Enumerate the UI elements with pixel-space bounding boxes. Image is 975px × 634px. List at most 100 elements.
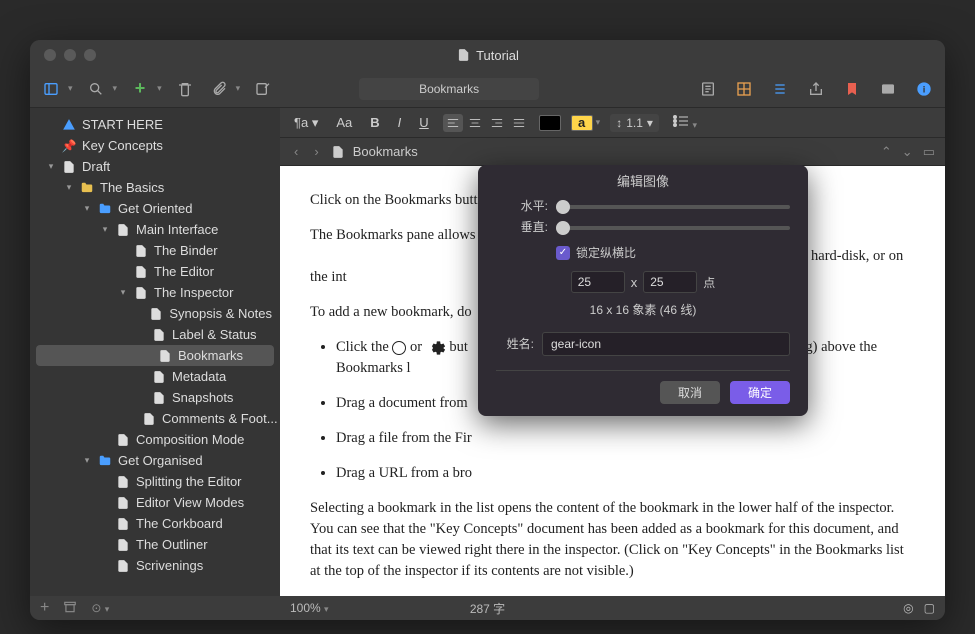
minimize-window[interactable]	[64, 49, 76, 61]
corkboard-view-button[interactable]	[733, 78, 755, 100]
sidebar-item[interactable]: Editor View Modes	[30, 492, 280, 513]
sidebar-item[interactable]: ▾ The Inspector	[30, 282, 280, 303]
slider-thumb[interactable]	[556, 221, 570, 235]
document-view-button[interactable]	[697, 78, 719, 100]
breadcrumb-title[interactable]: Bookmarks	[353, 144, 418, 159]
compose-button[interactable]	[252, 78, 274, 100]
sidebar-item[interactable]: The Binder	[30, 240, 280, 261]
sidebar-item[interactable]: The Outliner	[30, 534, 280, 555]
folder-icon	[80, 181, 94, 195]
bookmark-button[interactable]	[841, 78, 863, 100]
sidebar-item-label: START HERE	[82, 117, 163, 132]
folder-icon	[98, 454, 112, 468]
sidebar-item-label: The Inspector	[154, 285, 234, 300]
sidebar-item[interactable]: Synopsis & Notes	[30, 303, 280, 324]
settings-button[interactable]: ⊙ ▾	[91, 601, 109, 615]
sidebar-item[interactable]: Splitting the Editor	[30, 471, 280, 492]
close-window[interactable]	[44, 49, 56, 61]
disclosure-icon[interactable]: ▾	[82, 455, 92, 466]
list-button[interactable]: ▾	[669, 112, 701, 133]
line-spacing-button[interactable]: ↕ 1.1 ▾	[610, 114, 659, 132]
sidebar-item-label: Composition Mode	[136, 432, 244, 447]
doc-icon	[134, 265, 148, 279]
sidebar-item[interactable]: ▾Main Interface	[30, 219, 280, 240]
name-input[interactable]	[542, 332, 790, 356]
word-count[interactable]: 287 字	[470, 600, 505, 617]
height-input[interactable]	[643, 271, 697, 293]
sidebar-item[interactable]: The Corkboard	[30, 513, 280, 534]
bold-button[interactable]: B	[366, 113, 383, 132]
lock-aspect-checkbox[interactable]: ✓	[556, 246, 570, 260]
align-left-button[interactable]	[443, 114, 463, 132]
slider-thumb[interactable]	[556, 200, 570, 214]
underline-button[interactable]: U	[415, 113, 432, 132]
sidebar-item[interactable]: ▾The Basics	[30, 177, 280, 198]
add-item-button[interactable]: +	[40, 599, 49, 617]
zoom-level[interactable]: 100% ▾	[290, 601, 329, 615]
highlight-color-button[interactable]: a	[571, 115, 593, 131]
sidebar-item[interactable]: Composition Mode	[30, 429, 280, 450]
nav-down-button[interactable]: ⌄	[902, 144, 913, 160]
align-right-button[interactable]	[487, 114, 507, 132]
sidebar-item[interactable]: The Editor	[30, 261, 280, 282]
target-button[interactable]: ◎	[903, 601, 913, 615]
statusbar: + ⊙ ▾ 100% ▾ 287 字 ◎ ▢	[30, 596, 945, 620]
sidebar-item[interactable]: Metadata	[30, 366, 280, 387]
nav-forward-button[interactable]: ›	[310, 144, 322, 159]
align-center-button[interactable]	[465, 114, 485, 132]
chevron-down-icon[interactable]: ▾	[68, 83, 73, 94]
format-bar: ¶a ▾ Aa B I U a▾ ↕ 1.1 ▾ ▾	[280, 108, 945, 138]
disclosure-icon[interactable]: ▾	[82, 203, 92, 214]
sidebar-item[interactable]: Label & Status	[30, 324, 280, 345]
toolbar: ▾ ▾ + ▾ ▾ Bookmarks i	[30, 70, 945, 108]
sidebar-item[interactable]: ▾Get Oriented	[30, 198, 280, 219]
composition-mode-button[interactable]	[877, 78, 899, 100]
folder-icon	[98, 202, 112, 216]
sidebar-item[interactable]: Bookmarks	[36, 345, 274, 366]
chevron-down-icon[interactable]: ▾	[236, 83, 241, 94]
document-icon	[331, 145, 345, 159]
sidebar-item[interactable]: START HERE	[30, 114, 280, 135]
sidebar-item[interactable]: ▾Get Organised	[30, 450, 280, 471]
paragraph-style-button[interactable]: ¶a ▾	[290, 113, 322, 133]
horizontal-slider[interactable]	[556, 205, 790, 209]
zoom-window[interactable]	[84, 49, 96, 61]
warn-icon	[62, 118, 76, 132]
sidebar-item[interactable]: 📌Key Concepts	[30, 135, 280, 156]
cancel-button[interactable]: 取消	[660, 381, 720, 404]
text-color-button[interactable]	[539, 115, 561, 131]
disclosure-icon[interactable]: ▾	[118, 287, 128, 298]
info-button[interactable]: i	[913, 78, 935, 100]
share-button[interactable]	[805, 78, 827, 100]
ok-button[interactable]: 确定	[730, 381, 790, 404]
align-justify-button[interactable]	[509, 114, 529, 132]
sidebar-item[interactable]: Scrivenings	[30, 555, 280, 576]
outline-view-button[interactable]	[769, 78, 791, 100]
font-button[interactable]: Aa	[332, 113, 356, 132]
chevron-down-icon[interactable]: ▾	[113, 83, 118, 94]
doc-icon	[152, 328, 166, 342]
nav-up-button[interactable]: ⌃	[881, 144, 892, 160]
sidebar-item[interactable]: Comments & Foot...	[30, 408, 280, 429]
nav-back-button[interactable]: ‹	[290, 144, 302, 159]
trash-button[interactable]	[174, 78, 196, 100]
add-button[interactable]: +	[129, 78, 151, 100]
view-mode-button[interactable]	[40, 78, 62, 100]
width-input[interactable]	[571, 271, 625, 293]
sidebar-item-label: The Binder	[154, 243, 218, 258]
sidebar-item[interactable]: Snapshots	[30, 387, 280, 408]
split-button[interactable]: ▭	[923, 144, 935, 160]
disclosure-icon[interactable]: ▾	[64, 182, 74, 193]
sidebar-item[interactable]: ▾Draft	[30, 156, 280, 177]
sidebar-item-label: The Editor	[154, 264, 214, 279]
archive-button[interactable]	[63, 600, 77, 617]
disclosure-icon[interactable]: ▾	[46, 161, 56, 172]
comment-button[interactable]: ▢	[924, 601, 935, 615]
chevron-down-icon[interactable]: ▾	[157, 83, 162, 94]
search-button[interactable]	[85, 78, 107, 100]
italic-button[interactable]: I	[394, 113, 406, 132]
document-title-field[interactable]: Bookmarks	[359, 78, 539, 100]
vertical-slider[interactable]	[556, 226, 790, 230]
attachment-button[interactable]	[208, 78, 230, 100]
disclosure-icon[interactable]: ▾	[100, 224, 110, 235]
